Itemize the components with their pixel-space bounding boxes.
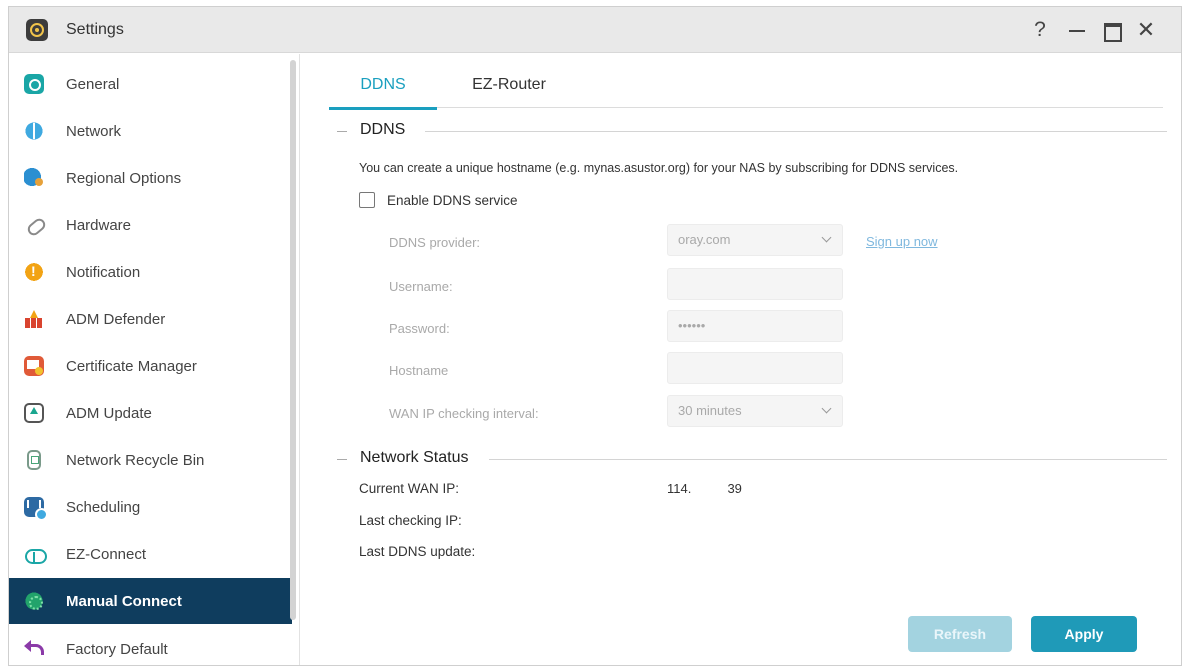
sidebar-item-certificate-manager[interactable]: Certificate Manager [9,343,292,389]
sidebar-item-label: ADM Update [66,405,152,422]
sidebar: General Network Regional Options Hardwar… [9,54,300,665]
sidebar-item-label: Scheduling [66,499,141,516]
sidebar-item-label: EZ-Connect [66,546,147,563]
sidebar-item-label: Notification [66,264,141,281]
last-checking-ip-label: Last checking IP: [359,513,462,528]
section-dash [337,131,347,132]
hostname-label: Hostname [389,363,449,378]
schedule-icon [24,497,48,521]
sidebar-item-label: Certificate Manager [66,358,197,375]
sign-up-link[interactable]: Sign up now [866,234,938,249]
close-button[interactable]: ✕ [1133,17,1159,43]
sidebar-item-adm-defender[interactable]: ADM Defender [9,296,292,342]
tab-ddns[interactable]: DDNS [329,62,437,110]
enable-ddns-row: Enable DDNS service [359,190,518,210]
enable-ddns-checkbox[interactable] [359,192,375,208]
apply-button[interactable]: Apply [1031,616,1137,652]
password-label: Password: [389,321,450,336]
regional-globe-icon [24,168,44,188]
firewall-icon [24,309,44,329]
undo-arrow-icon [24,639,44,659]
minimize-button[interactable] [1063,17,1089,43]
ddns-provider-select[interactable]: oray.com [667,224,843,256]
tab-ez-router[interactable]: EZ-Router [459,62,559,108]
section-divider [425,131,1167,132]
cloud-upload-icon [24,544,47,564]
ddns-provider-value: oray.com [678,232,731,247]
settings-window: Settings ? ✕ General Network Regional Op… [8,6,1182,666]
section-divider [489,459,1167,460]
username-field[interactable] [667,268,843,300]
sidebar-item-network-recycle-bin[interactable]: Network Recycle Bin [9,437,292,483]
sidebar-item-ez-connect[interactable]: EZ-Connect [9,531,292,577]
alert-icon [24,262,44,282]
sidebar-item-regional-options[interactable]: Regional Options [9,155,292,201]
network-status-section-title: Network Status [360,449,479,467]
sidebar-item-label: Network Recycle Bin [66,452,205,469]
sidebar-item-notification[interactable]: Notification [9,249,292,295]
chevron-down-icon [821,232,832,243]
wan-ip-interval-value: 30 minutes [678,403,742,418]
sidebar-item-label: Network [66,123,122,140]
sidebar-item-general[interactable]: General [9,61,292,107]
title-bar: Settings ? ✕ [9,7,1181,53]
last-ddns-update-label: Last DDNS update: [359,544,476,559]
chevron-down-icon [821,403,832,414]
wan-ip-interval-select[interactable]: 30 minutes [667,395,843,427]
update-icon [24,403,44,423]
globe-icon [24,121,44,141]
hostname-field[interactable] [667,352,843,384]
current-wan-ip-value: 114. 39 [667,481,742,496]
sidebar-item-label: Regional Options [66,170,182,187]
sidebar-item-factory-default[interactable]: Factory Default [9,626,292,665]
sidebar-item-hardware[interactable]: Hardware [9,202,292,248]
sidebar-item-network[interactable]: Network [9,108,292,154]
ddns-section-title: DDNS [360,121,416,139]
manual-connect-icon [24,591,44,611]
main-panel: DDNS EZ-Router DDNS You can create a uni… [301,54,1181,665]
help-button[interactable]: ? [1027,17,1053,43]
wan-ip-interval-label: WAN IP checking interval: [389,406,539,421]
network-status-section-header: Network Status [337,449,1167,469]
maximize-button[interactable] [1098,17,1124,43]
hardware-icon [24,215,44,235]
ddns-section-header: DDNS [337,121,1167,141]
ddns-description: You can create a unique hostname (e.g. m… [359,161,959,175]
sidebar-item-label: Manual Connect [66,593,182,610]
ddns-provider-label: DDNS provider: [389,235,481,250]
sidebar-item-label: Factory Default [66,641,168,658]
current-wan-ip-label: Current WAN IP: [359,481,460,496]
enable-ddns-label: Enable DDNS service [387,192,518,208]
window-title: Settings [66,21,124,38]
sidebar-item-label: ADM Defender [66,311,166,328]
certificate-icon [24,356,44,376]
general-icon [24,74,44,94]
sidebar-item-scheduling[interactable]: Scheduling [9,484,292,530]
sidebar-item-label: Hardware [66,217,132,234]
sidebar-item-adm-update[interactable]: ADM Update [9,390,292,436]
recycle-bin-icon [27,450,41,470]
section-dash [337,459,347,460]
password-field[interactable]: •••••• [667,310,843,342]
username-label: Username: [389,279,453,294]
refresh-button[interactable]: Refresh [908,616,1012,652]
sidebar-scrollbar[interactable] [290,60,296,620]
settings-app-icon [26,19,48,41]
tab-bar: DDNS EZ-Router [329,62,1163,110]
sidebar-item-label: General [66,76,120,93]
sidebar-item-manual-connect[interactable]: Manual Connect [9,578,292,624]
